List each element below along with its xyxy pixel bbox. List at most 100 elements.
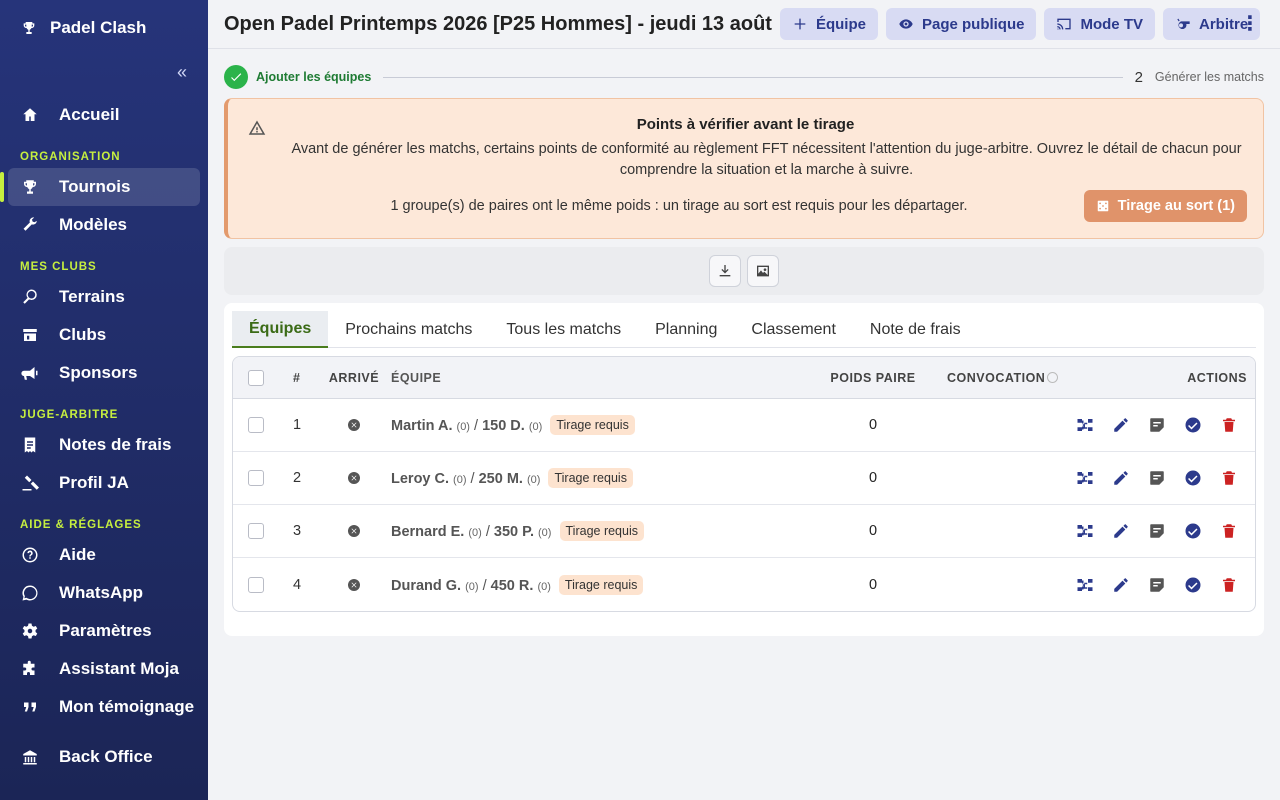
sidebar-item-whatsapp[interactable]: WhatsApp <box>8 574 200 612</box>
player2-name: 150 D. <box>482 418 525 434</box>
row-number: 1 <box>293 417 302 433</box>
table-row[interactable]: 2 Leroy C. (0) / 250 M. (0) Tirage requi… <box>233 452 1255 505</box>
status-badge: Tirage requis <box>548 468 633 488</box>
player1-name: Bernard E. <box>391 524 465 540</box>
bracket-icon[interactable] <box>1067 468 1103 488</box>
player1-points: (0) <box>468 527 482 539</box>
delete-icon[interactable] <box>1211 415 1247 435</box>
row-checkbox[interactable] <box>248 470 264 486</box>
sidebar-item-aide[interactable]: Aide <box>8 536 200 574</box>
more-options-icon[interactable]: ⋮ <box>1240 14 1260 34</box>
edit-icon[interactable] <box>1103 468 1139 488</box>
row-checkbox[interactable] <box>248 576 264 593</box>
select-all-checkbox[interactable] <box>248 369 264 386</box>
sidebar-item-label: Terrains <box>59 287 125 306</box>
sidebar-item-assistant-moja[interactable]: Assistant Moja <box>8 650 200 688</box>
export-image-button[interactable] <box>747 255 779 287</box>
edit-icon[interactable] <box>1103 575 1139 595</box>
sidebar-item-profil-ja[interactable]: Profil JA <box>8 464 200 502</box>
sidebar-item-sponsors[interactable]: Sponsors <box>8 354 200 392</box>
edit-icon[interactable] <box>1103 521 1139 541</box>
column-header-equipe[interactable]: ÉQUIPE <box>389 371 809 385</box>
bracket-icon[interactable] <box>1067 415 1103 435</box>
sidebar-item-tournois[interactable]: Tournois <box>0 168 200 206</box>
brand[interactable]: Padel Clash <box>0 0 208 56</box>
tab-tous-les-matchs[interactable]: Tous les matchs <box>489 311 638 348</box>
bracket-icon[interactable] <box>1067 521 1103 541</box>
column-header-arrive[interactable]: ARRIVÉ <box>319 371 389 385</box>
sidebar-item-label: Aide <box>59 545 96 564</box>
tab-planning[interactable]: Planning <box>638 311 734 348</box>
home-icon <box>20 105 40 125</box>
sidebar-item-parametres[interactable]: Paramètres <box>8 612 200 650</box>
sidebar-item-mon-temoignage[interactable]: Mon témoignage <box>8 688 200 726</box>
note-icon[interactable] <box>1139 521 1175 541</box>
confirm-icon[interactable] <box>1175 521 1211 541</box>
tab-note-de-frais[interactable]: Note de frais <box>853 311 978 348</box>
sidebar-item-label: Sponsors <box>59 363 138 382</box>
row-checkbox[interactable] <box>248 417 264 433</box>
tab-equipes[interactable]: Équipes <box>232 311 329 348</box>
player2-points: (0) <box>537 580 551 593</box>
sidebar-item-label: Mon témoignage <box>59 697 195 716</box>
delete-icon[interactable] <box>1211 521 1247 541</box>
sidebar-section-title: AIDE & RÉGLAGES <box>20 519 142 531</box>
sidebar-item-label: Clubs <box>59 325 107 344</box>
delete-icon[interactable] <box>1211 575 1247 595</box>
row-actions <box>1067 575 1255 595</box>
table-row[interactable]: 3 Bernard E. (0) / 350 P. (0) Tirage req… <box>233 505 1255 558</box>
sidebar-section-title: JUGE-ARBITRE <box>20 409 119 421</box>
whatsapp-icon <box>20 583 40 603</box>
wrench-icon <box>20 215 40 235</box>
note-icon[interactable] <box>1139 575 1175 595</box>
tv-mode-button[interactable]: Mode TV <box>1044 8 1155 40</box>
not-arrived-icon[interactable] <box>348 472 360 485</box>
sidebar-item-modeles[interactable]: Modèles <box>8 206 200 244</box>
step-add-teams[interactable]: Ajouter les équipes <box>256 70 371 84</box>
sidebar-item-terrains[interactable]: Terrains <box>8 278 200 316</box>
player1-name: Martin A. <box>391 418 453 434</box>
sidebar-item-label: Assistant Moja <box>59 659 179 678</box>
whistle-icon <box>1177 18 1190 30</box>
note-icon[interactable] <box>1139 415 1175 435</box>
team-cell: Durand G. (0) / 450 R. (0) Tirage requis <box>389 574 809 595</box>
delete-icon[interactable] <box>1211 468 1247 488</box>
table-header: # ARRIVÉ ÉQUIPE POIDS PAIRE CONVOCATION … <box>233 357 1255 399</box>
not-arrived-icon[interactable] <box>348 525 360 538</box>
sidebar-item-label: Paramètres <box>59 621 152 640</box>
sidebar-item-accueil[interactable]: Accueil <box>8 96 200 134</box>
column-header-convocation[interactable]: CONVOCATION <box>937 371 1067 385</box>
table-row[interactable]: 1 Martin A. (0) / 150 D. (0) Tirage requ… <box>233 399 1255 452</box>
button-label: Page publique <box>921 15 1025 33</box>
add-team-button[interactable]: Équipe <box>779 8 878 40</box>
info-icon[interactable] <box>1047 371 1059 383</box>
column-header-poids[interactable]: POIDS PAIRE <box>809 371 937 385</box>
sidebar-item-clubs[interactable]: Clubs <box>8 316 200 354</box>
confirm-icon[interactable] <box>1175 468 1211 488</box>
note-icon[interactable] <box>1139 468 1175 488</box>
row-number: 4 <box>293 576 302 593</box>
public-page-button[interactable]: Page publique <box>885 8 1037 40</box>
not-arrived-icon[interactable] <box>348 578 360 591</box>
sidebar-item-back-office[interactable]: Back Office <box>8 738 200 776</box>
table-row[interactable]: 4 Durand G. (0) / 450 R. (0) Tirage requ… <box>233 558 1255 611</box>
download-button[interactable] <box>709 255 741 287</box>
step-generate-matches[interactable]: Générer les matchs <box>1155 70 1264 84</box>
page-header: Open Padel Printemps 2026 [P25 Hommes] -… <box>208 0 1280 49</box>
tab-classement[interactable]: Classement <box>734 311 852 348</box>
column-header-actions: ACTIONS <box>1187 370 1247 385</box>
sidebar-item-label: Notes de frais <box>59 435 172 454</box>
building-icon <box>20 747 40 767</box>
confirm-icon[interactable] <box>1175 415 1211 435</box>
row-checkbox[interactable] <box>248 523 264 539</box>
tab-prochains-matchs[interactable]: Prochains matchs <box>328 311 489 348</box>
collapse-sidebar-icon[interactable]: « <box>172 62 192 82</box>
confirm-icon[interactable] <box>1175 575 1211 595</box>
quote-icon <box>20 697 40 717</box>
edit-icon[interactable] <box>1103 415 1139 435</box>
sidebar-item-notes-de-frais[interactable]: Notes de frais <box>8 426 200 464</box>
bracket-icon[interactable] <box>1067 575 1103 595</box>
sidebar-item-label: Tournois <box>59 177 131 196</box>
draw-lots-button[interactable]: Tirage au sort (1) <box>1083 190 1247 222</box>
not-arrived-icon[interactable] <box>348 419 360 432</box>
